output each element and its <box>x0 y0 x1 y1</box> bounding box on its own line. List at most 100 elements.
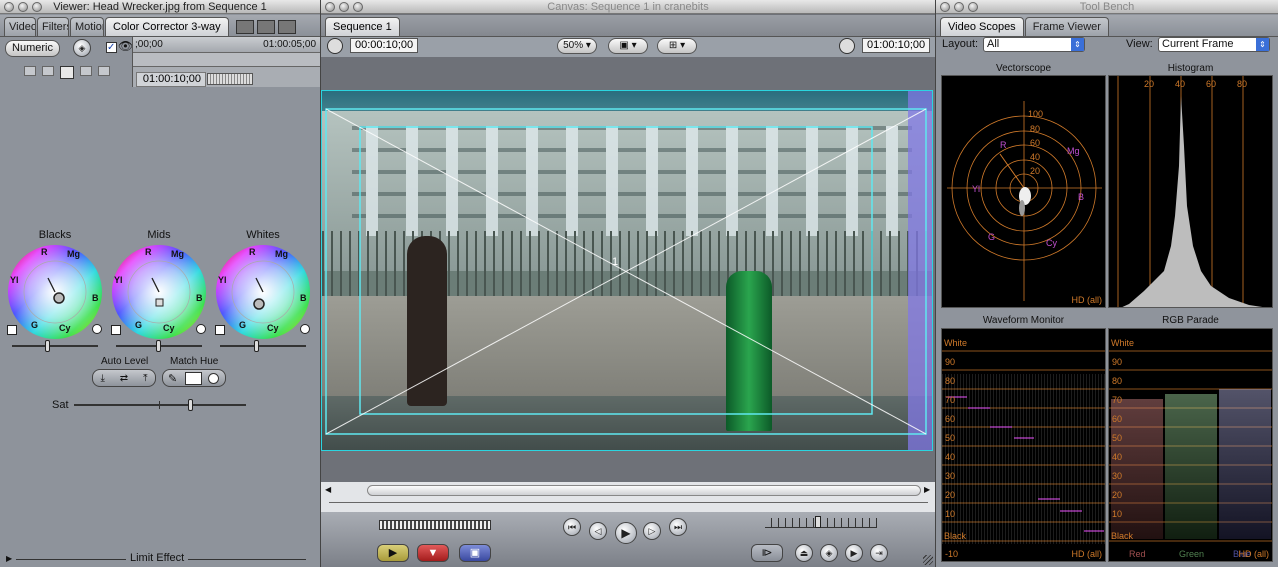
match-color-swatch[interactable] <box>185 372 202 385</box>
whites-slider[interactable] <box>220 340 306 352</box>
canvas-duration-timecode[interactable]: 00:00:10;00 <box>350 38 418 53</box>
slider-thumb[interactable] <box>45 340 50 352</box>
mark-r: R <box>41 247 48 257</box>
mark-clip-button[interactable]: ⏏ <box>795 544 813 562</box>
visibility-eye-icon[interactable]: 👁 <box>118 40 133 53</box>
viewer-current-timecode[interactable]: 01:00:10;00 <box>136 72 206 87</box>
viewer-titlebar[interactable]: Viewer: Head Wrecker.jpg from Sequence 1 <box>0 0 320 14</box>
canvas-video-frame[interactable]: 1 <box>321 90 933 451</box>
match-hue-reset-button[interactable] <box>208 373 219 384</box>
disclosure-triangle-icon[interactable]: ▶ <box>6 554 12 563</box>
scroll-left-icon[interactable]: ◀ <box>325 485 331 494</box>
minimize-window-button[interactable] <box>954 2 964 12</box>
tab-frame-viewer[interactable]: Frame Viewer <box>1024 17 1109 36</box>
waveform-level-10: 10 <box>945 509 956 519</box>
tab-filters[interactable]: Filters <box>37 17 69 36</box>
jog-thumb[interactable] <box>815 516 821 528</box>
parade-level-70: 70 <box>1112 395 1123 405</box>
zoom-window-button[interactable] <box>32 2 42 12</box>
overlay-popup[interactable]: ⊞ ▾ <box>657 38 697 54</box>
vector-target-cy: Cy <box>1046 238 1057 248</box>
zoom-popup[interactable]: 50% ▾ <box>557 38 597 54</box>
keyframe-icon[interactable]: ◈ <box>73 39 91 57</box>
step-forward-button[interactable]: ▷ <box>643 522 661 540</box>
tab-color-corrector[interactable]: Color Corrector 3-way <box>105 17 229 36</box>
current-time-icon <box>839 38 855 54</box>
blacks-select-color-icon[interactable] <box>7 325 17 335</box>
close-window-button[interactable] <box>940 2 950 12</box>
zoom-window-button[interactable] <box>968 2 978 12</box>
tab-sequence-1[interactable]: Sequence 1 <box>325 17 400 36</box>
waveform-display[interactable]: White 90 80 70 60 50 40 30 20 10 Black -… <box>941 328 1106 562</box>
pointer-hand-icon[interactable] <box>60 66 74 79</box>
play-button[interactable]: ▶ <box>615 522 637 544</box>
auto-black-level-icon[interactable]: ⤓ <box>100 373 104 384</box>
previous-edit-button[interactable]: ⏮ <box>563 518 581 536</box>
reset-keyframe-icon[interactable] <box>98 66 110 76</box>
saturation-slider[interactable] <box>74 399 246 411</box>
histogram-tick-80: 80 <box>1237 79 1248 89</box>
view-select[interactable]: Current Frame ⇕ <box>1158 37 1270 52</box>
scroll-right-icon[interactable]: ▶ <box>924 485 930 494</box>
minimize-window-button[interactable] <box>18 2 28 12</box>
add-keyframe-button[interactable]: ◈ <box>820 544 838 562</box>
vector-target-b: B <box>1078 192 1085 202</box>
keyframe-nav-buttons <box>24 66 110 79</box>
blacks-reset-button[interactable] <box>92 324 102 334</box>
insert-edit-button[interactable]: ▶ <box>377 544 409 562</box>
auto-contrast-icon[interactable]: ⇄ <box>120 373 128 384</box>
canvas-resize-handle[interactable] <box>923 555 933 565</box>
title-safe-overlay: 1 <box>325 108 927 435</box>
waveform-level-90: 90 <box>945 357 956 367</box>
canvas-scrubber[interactable] <box>367 485 921 496</box>
numeric-button[interactable]: Numeric <box>5 40 60 57</box>
tab-video-scopes[interactable]: Video Scopes <box>940 17 1024 36</box>
overwrite-edit-button[interactable]: ▼ <box>417 544 449 562</box>
layout-select[interactable]: All ⇕ <box>983 37 1085 52</box>
canvas-current-timecode[interactable]: 01:00:10;00 <box>862 38 930 53</box>
histogram-display[interactable]: 20 40 60 80 <box>1108 75 1273 308</box>
blacks-slider[interactable] <box>12 340 98 352</box>
keyframe-add-icon[interactable] <box>42 66 54 76</box>
vectorscope-display[interactable]: 100 80 60 40 20 R Mg B Cy G Yl HD (all) <box>941 75 1106 308</box>
canvas-titlebar[interactable]: Canvas: Sequence 1 in cranebits <box>321 0 935 14</box>
mids-slider[interactable] <box>116 340 202 352</box>
match-frame-button[interactable]: ⧐ <box>751 544 783 562</box>
slider-thumb[interactable] <box>188 399 193 411</box>
clip-arrow-icon[interactable] <box>277 20 296 34</box>
eyedropper-icon[interactable]: ✎ <box>168 372 177 385</box>
close-window-button[interactable] <box>325 2 335 12</box>
slider-thumb[interactable] <box>254 340 259 352</box>
zoom-window-button[interactable] <box>353 2 363 12</box>
canvas-scrubber-area: ◀ ▶ <box>321 482 935 512</box>
whites-select-color-icon[interactable] <box>215 325 225 335</box>
step-back-button[interactable]: ◁ <box>589 522 607 540</box>
enable-checkbox[interactable]: ✓ <box>106 42 117 53</box>
slider-thumb[interactable] <box>156 340 161 352</box>
shuttle-control[interactable] <box>379 520 491 530</box>
rgb-parade-display[interactable]: White 90 80 70 60 50 40 30 20 10 Black R… <box>1108 328 1273 562</box>
mark-out-button[interactable]: ⇥ <box>870 544 888 562</box>
viewer-jog-bar[interactable] <box>207 73 253 85</box>
next-keyframe-icon[interactable] <box>80 66 92 76</box>
film-icon[interactable] <box>235 20 254 34</box>
mids-select-color-icon[interactable] <box>111 325 121 335</box>
toolbench-titlebar[interactable]: Tool Bench <box>936 0 1278 14</box>
parade-level-90: 90 <box>1112 357 1123 367</box>
tab-video[interactable]: Video <box>4 17 36 36</box>
next-edit-button[interactable]: ⏭ <box>669 518 687 536</box>
minimize-window-button[interactable] <box>339 2 349 12</box>
mark-g: G <box>135 320 143 330</box>
replace-edit-button[interactable]: ▣ <box>459 544 491 562</box>
close-window-button[interactable] <box>4 2 14 12</box>
film-strip-icon[interactable] <box>256 20 275 34</box>
tab-motion[interactable]: Motion <box>70 17 104 36</box>
whites-reset-button[interactable] <box>300 324 310 334</box>
jog-control[interactable] <box>765 516 877 528</box>
view-mode-popup[interactable]: ▣ ▾ <box>608 38 648 54</box>
limit-effect-bar[interactable]: ▶ Limit Effect <box>6 552 310 565</box>
auto-white-level-icon[interactable]: ⤒ <box>143 373 147 384</box>
add-marker-button[interactable]: ▶ <box>845 544 863 562</box>
prev-keyframe-icon[interactable] <box>24 66 36 76</box>
mids-reset-button[interactable] <box>196 324 206 334</box>
